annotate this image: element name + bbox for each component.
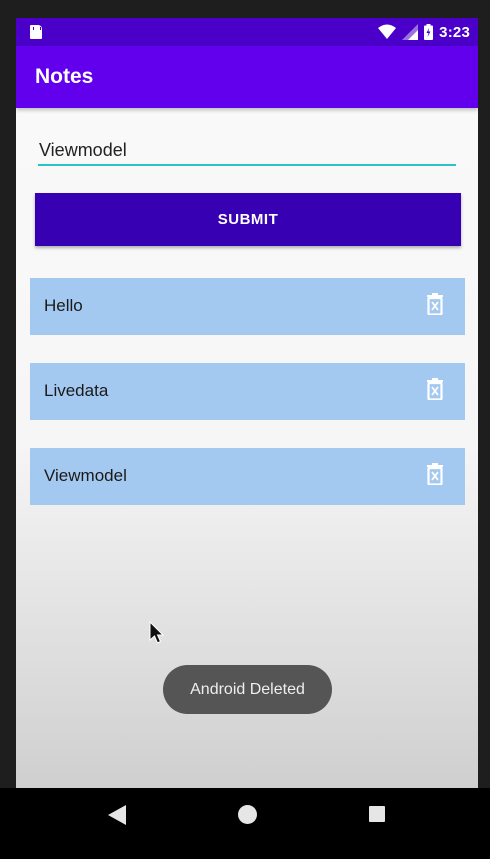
clock: 3:23 xyxy=(439,23,470,41)
app-bar: Notes xyxy=(16,46,478,108)
delete-icon[interactable] xyxy=(427,378,443,400)
app-title: Notes xyxy=(35,65,94,88)
home-icon[interactable] xyxy=(238,805,257,824)
note-text: Viewmodel xyxy=(44,466,127,485)
status-bar: 3:23 xyxy=(16,18,478,46)
note-input[interactable] xyxy=(38,136,456,164)
submit-button[interactable]: SUBMIT xyxy=(35,193,461,246)
mouse-cursor-icon xyxy=(149,621,165,644)
signal-icon xyxy=(402,24,419,40)
battery-icon xyxy=(424,24,434,40)
note-text: Hello xyxy=(44,296,83,315)
toast-message: Android Deleted xyxy=(163,665,332,714)
device-screen: 3:23 Notes SUBMIT Hello Livedata Viewmod… xyxy=(16,18,478,788)
note-text: Livedata xyxy=(44,381,109,400)
wifi-icon xyxy=(378,24,397,39)
delete-icon[interactable] xyxy=(427,293,443,315)
note-card[interactable]: Livedata xyxy=(30,363,465,420)
recents-icon[interactable] xyxy=(369,806,385,822)
note-card[interactable]: Hello xyxy=(30,278,465,335)
sd-card-icon xyxy=(30,25,42,39)
input-underline xyxy=(38,164,456,166)
note-card[interactable]: Viewmodel xyxy=(30,448,465,505)
note-input-container xyxy=(38,136,456,168)
status-icons: 3:23 xyxy=(378,22,470,42)
back-icon[interactable] xyxy=(108,805,126,825)
navigation-bar xyxy=(0,788,490,859)
delete-icon[interactable] xyxy=(427,463,443,485)
